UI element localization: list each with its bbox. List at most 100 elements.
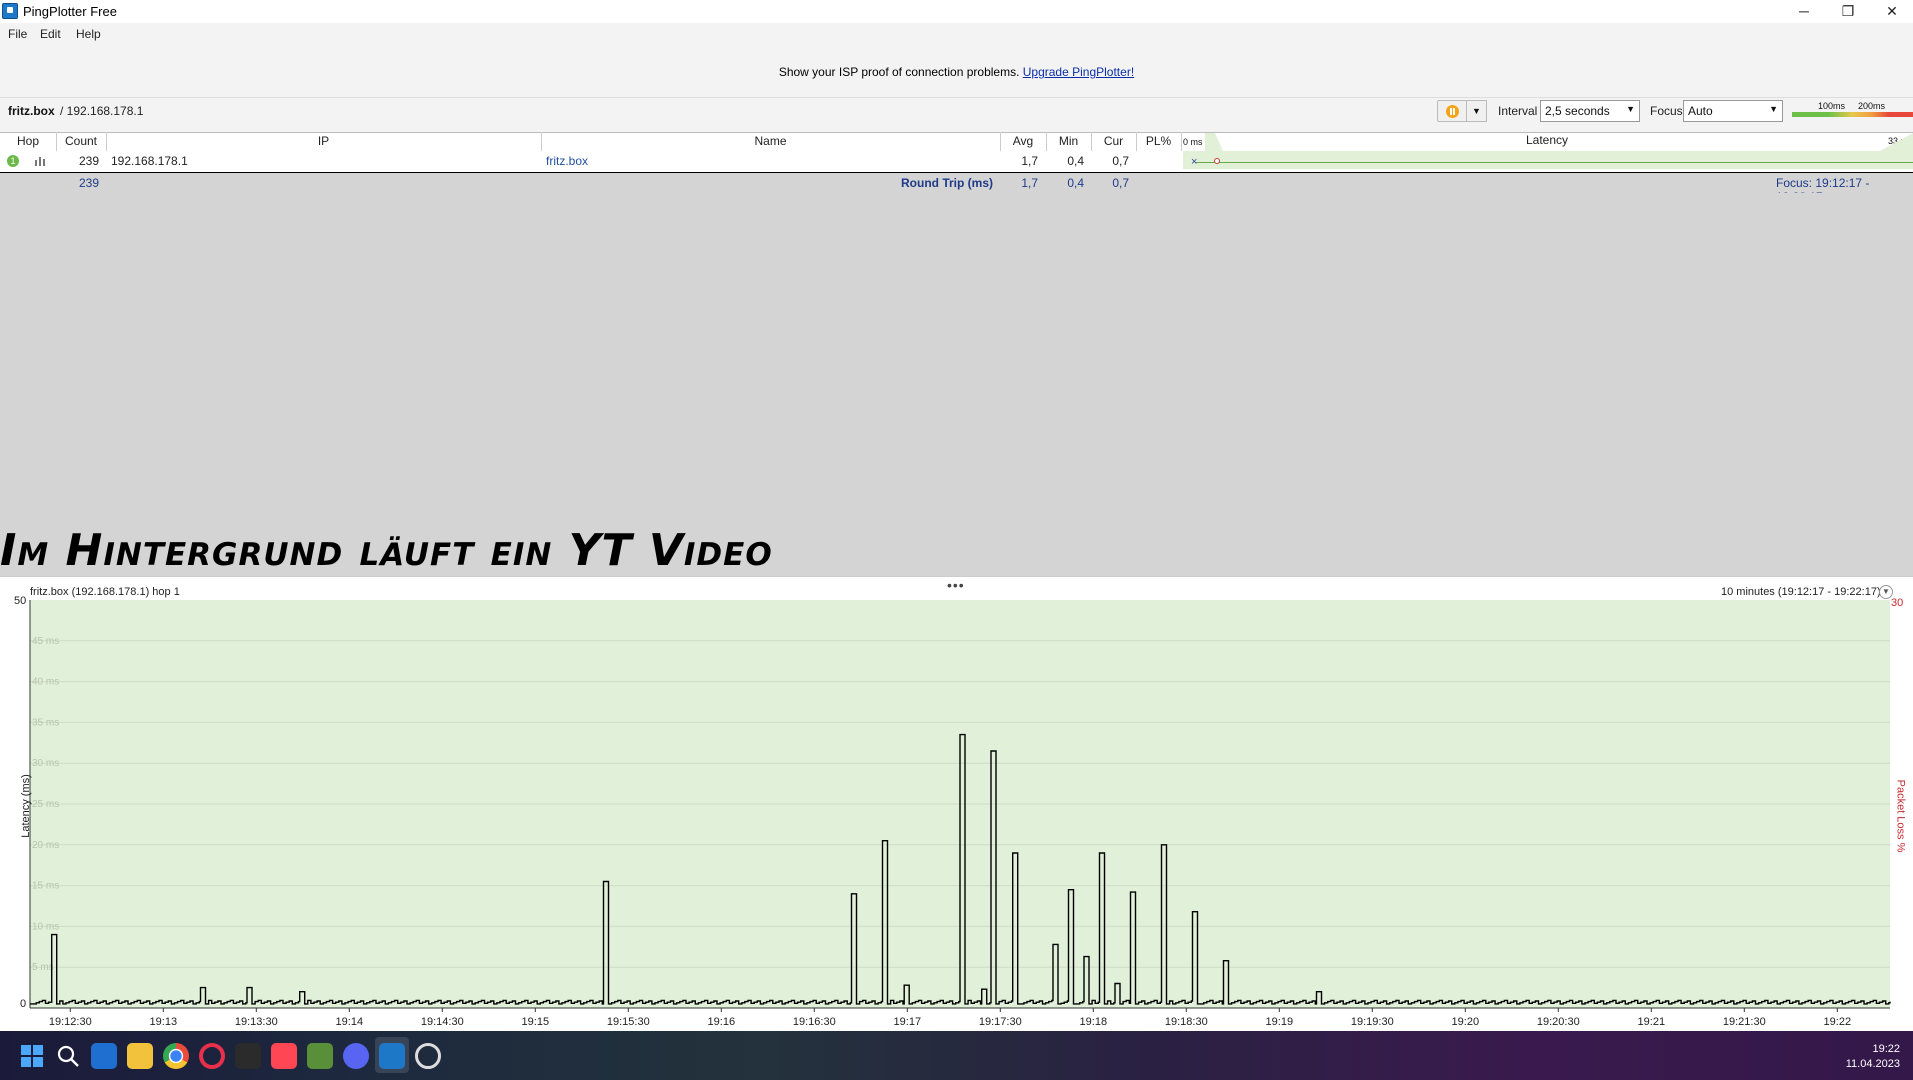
windows-start-icon[interactable]: [19, 1043, 45, 1069]
time-tick-label: 19:19: [1266, 1016, 1294, 1028]
focus-label: Focus: [1650, 104, 1683, 118]
mail-icon[interactable]: [91, 1043, 117, 1069]
time-tick-label: 19:20:30: [1537, 1016, 1580, 1028]
row-min: 0,4: [1067, 154, 1084, 168]
col-cur[interactable]: Cur: [1091, 134, 1136, 148]
y-axis-label: Latency (ms): [19, 774, 32, 838]
latency-graph-cell[interactable]: [1183, 151, 1913, 169]
avg-latency-marker: [1214, 158, 1220, 164]
menu-edit[interactable]: Edit: [40, 27, 61, 41]
gridline-label: 15 ms: [32, 881, 59, 892]
pause-icon: [1446, 105, 1459, 118]
interval-label: Interval: [1498, 104, 1538, 118]
time-tick-label: 19:18:30: [1165, 1016, 1208, 1028]
row-ip: 192.168.178.1: [111, 154, 188, 168]
speedometer-icon[interactable]: [415, 1043, 441, 1069]
time-tick-label: 19:13:30: [235, 1016, 278, 1028]
col-min[interactable]: Min: [1046, 134, 1091, 148]
graph-bars-icon[interactable]: [34, 156, 46, 166]
interval-select[interactable]: 2,5 seconds ▼: [1540, 100, 1640, 122]
latency-scale-wedge: [1205, 133, 1223, 151]
time-tick-label: 19:14:30: [421, 1016, 464, 1028]
time-tick-label: 19:18: [1080, 1016, 1108, 1028]
packet-loss-axis-max: 30: [1891, 597, 1904, 609]
opera-icon[interactable]: [199, 1043, 225, 1069]
time-tick-label: 19:15: [522, 1016, 550, 1028]
time-tick-label: 19:21:30: [1723, 1016, 1766, 1028]
min-latency-marker: ×: [1191, 156, 1198, 168]
search-icon[interactable]: [55, 1043, 81, 1069]
col-name[interactable]: Name: [541, 134, 1000, 148]
latency-threshold-bar[interactable]: [1792, 112, 1913, 117]
target-ip: / 192.168.178.1: [60, 104, 144, 118]
chevron-down-icon: ▼: [1769, 104, 1778, 114]
chevron-down-icon: ▼: [1626, 104, 1635, 114]
banner-message: Show your ISP proof of connection proble…: [0, 65, 1913, 79]
col-pl[interactable]: PL%: [1136, 134, 1181, 148]
file-explorer-icon[interactable]: [127, 1043, 153, 1069]
close-button[interactable]: ✕: [1870, 0, 1913, 22]
y-axis-min: 0: [20, 998, 27, 1010]
gridline-label: 40 ms: [32, 677, 59, 688]
time-tick-label: 19:13: [150, 1016, 178, 1028]
col-count[interactable]: Count: [56, 134, 106, 148]
total-avg: 1,7: [1021, 176, 1038, 190]
hop-number-badge: 1: [7, 155, 19, 167]
col-hop[interactable]: Hop: [0, 134, 56, 148]
latency-scale-wedge-right: [1880, 133, 1913, 151]
window-title: PingPlotter Free: [23, 4, 117, 19]
gridline-label: 20 ms: [32, 840, 59, 851]
total-cur: 0,7: [1112, 176, 1129, 190]
time-tick-label: 19:17: [894, 1016, 922, 1028]
gridline-label: 35 ms: [32, 717, 59, 728]
gridline-label: 30 ms: [32, 758, 59, 769]
menu-bar: [0, 23, 1913, 45]
epic-games-icon[interactable]: [235, 1043, 261, 1069]
row-cur: 0,7: [1112, 154, 1129, 168]
pause-button[interactable]: [1437, 100, 1467, 122]
clock-time[interactable]: 19:22: [1860, 1043, 1900, 1055]
latency-line: [1195, 162, 1913, 163]
time-tick-label: 19:12:30: [49, 1016, 92, 1028]
gridline-label: 10 ms: [32, 921, 59, 932]
minimize-button[interactable]: ─: [1782, 0, 1826, 22]
latency-timeline-chart[interactable]: 45 ms 40 ms 35 ms 30 ms 25 ms 20 ms 15 ms 10 ms…: [0, 576, 1913, 1031]
gridline-label: 45 ms: [32, 636, 59, 647]
target-name[interactable]: fritz.box: [8, 104, 55, 118]
time-tick-label: 19:17:30: [979, 1016, 1022, 1028]
overlay-caption: Im Hintergrund läuft ein YT Video: [0, 525, 773, 576]
pause-dropdown-button[interactable]: ▼: [1467, 100, 1487, 122]
gridline-label: 5 ms: [32, 962, 54, 973]
gridline-label: 25 ms: [32, 799, 59, 810]
menu-file[interactable]: File: [8, 27, 27, 41]
upgrade-link[interactable]: Upgrade PingPlotter!: [1023, 65, 1134, 79]
valorant-icon[interactable]: [271, 1043, 297, 1069]
total-count: 239: [78, 176, 99, 190]
round-trip-label: Round Trip (ms): [901, 176, 993, 190]
focus-select[interactable]: Auto ▼: [1683, 100, 1783, 122]
time-tick-label: 19:19:30: [1351, 1016, 1394, 1028]
threshold-200ms: 200ms: [1858, 101, 1886, 111]
row-count: 239: [78, 154, 99, 168]
time-tick-label: 19:15:30: [607, 1016, 650, 1028]
col-ip[interactable]: IP: [106, 134, 541, 148]
chrome-icon[interactable]: [163, 1043, 189, 1069]
banner-text: Show your ISP proof of connection proble…: [778, 65, 1023, 79]
focus-value: Auto: [1688, 104, 1713, 118]
maximize-button[interactable]: ❐: [1826, 0, 1870, 22]
minecraft-icon[interactable]: [307, 1043, 333, 1069]
threshold-100ms: 100ms: [1818, 101, 1846, 111]
y-axis-max: 50: [14, 595, 27, 607]
chevron-down-icon: ▼: [1472, 106, 1481, 116]
interval-value: 2,5 seconds: [1545, 104, 1610, 118]
menu-help[interactable]: Help: [76, 27, 101, 41]
clock-date[interactable]: 11.04.2023: [1838, 1058, 1900, 1070]
time-tick-label: 19:16: [708, 1016, 736, 1028]
col-avg[interactable]: Avg: [1000, 134, 1046, 148]
time-tick-label: 19:20: [1452, 1016, 1480, 1028]
latency-scale-min: 0 ms: [1183, 137, 1203, 147]
pingplotter-icon[interactable]: [379, 1043, 405, 1069]
time-tick-label: 19:21: [1638, 1016, 1666, 1028]
discord-icon[interactable]: [343, 1043, 369, 1069]
time-tick-label: 19:22: [1824, 1016, 1852, 1028]
